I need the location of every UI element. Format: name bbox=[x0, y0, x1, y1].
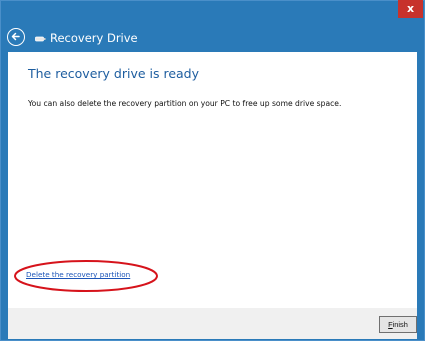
close-button[interactable]: x bbox=[398, 0, 423, 18]
back-button[interactable] bbox=[7, 28, 25, 46]
page-heading: The recovery drive is ready bbox=[28, 66, 200, 81]
window-title: Recovery Drive bbox=[50, 31, 138, 45]
delete-recovery-partition-link[interactable]: Delete the recovery partition bbox=[26, 270, 130, 280]
usb-drive-icon bbox=[35, 36, 46, 42]
finish-label: inish bbox=[392, 320, 408, 329]
footer-bar bbox=[8, 308, 417, 339]
back-arrow-icon bbox=[11, 32, 20, 41]
description-text: You can also delete the recovery partiti… bbox=[28, 99, 342, 108]
finish-button[interactable]: Finish bbox=[379, 316, 417, 333]
